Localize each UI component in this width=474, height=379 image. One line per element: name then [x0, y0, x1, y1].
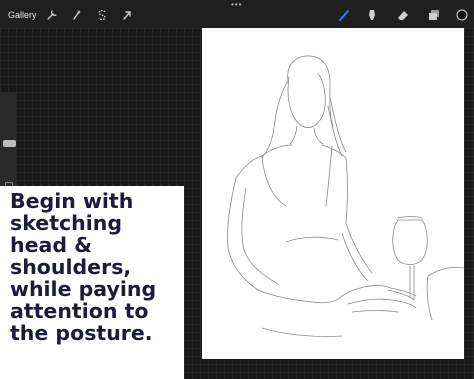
color-swatch-icon[interactable]: [456, 8, 468, 21]
arrow-transform-icon[interactable]: [121, 8, 133, 20]
more-options[interactable]: •••: [231, 0, 242, 9]
brush-icon[interactable]: [338, 8, 350, 21]
magic-wand-icon[interactable]: [71, 8, 83, 20]
instruction-caption: Begin with sketching head & shoulders, w…: [10, 189, 157, 345]
drawing-canvas[interactable]: [202, 28, 465, 359]
eraser-icon[interactable]: [397, 8, 409, 20]
sketch-drawing: [227, 55, 465, 337]
selection-s-icon[interactable]: [96, 8, 108, 21]
opacity-slider-handle[interactable]: [3, 140, 16, 147]
gallery-button[interactable]: Gallery: [8, 10, 37, 20]
wrench-icon[interactable]: [46, 8, 58, 20]
top-toolbar: Gallery •••: [0, 0, 474, 28]
layers-icon[interactable]: [428, 8, 440, 20]
smudge-icon[interactable]: [366, 8, 378, 20]
